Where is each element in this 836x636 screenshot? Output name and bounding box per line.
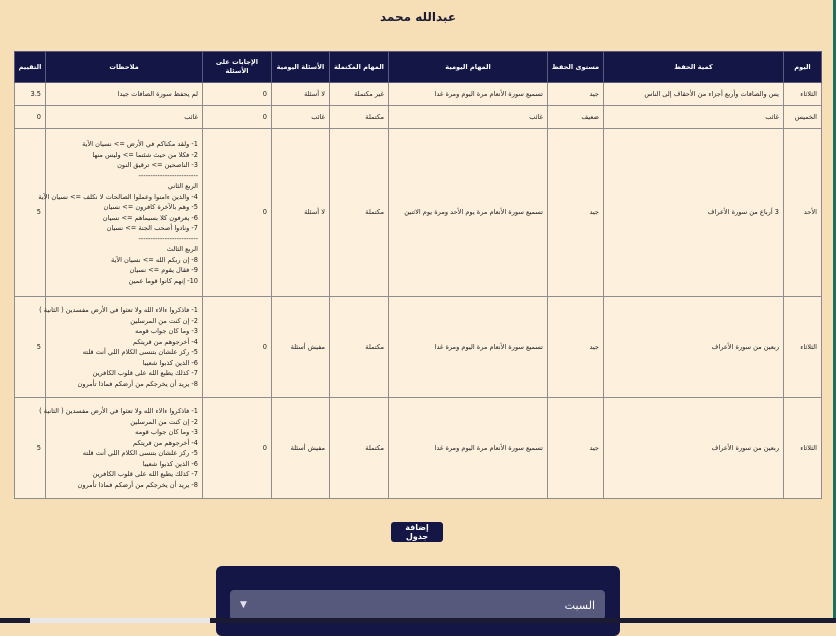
cell-amount: ربعين من سورة الأعراف: [603, 296, 784, 398]
note-line: 8- إن ربكم الله => نسيان الآية: [110, 255, 198, 264]
cell-answers: 0: [202, 82, 272, 106]
header-day: اليوم: [783, 51, 822, 83]
cell-questions: لا أسئلة: [271, 128, 330, 297]
note-line: 8- يريد أن يخرجكم من أرضكم فماذا تأمرون: [77, 480, 198, 489]
bottom-bar-segment: [30, 618, 210, 623]
cell-completed: مكتملة: [329, 397, 389, 499]
cell-notes: 1- ولقد مكناكم في الأرض => نسيان الآية 2…: [38, 128, 203, 297]
note-line: 1- فاذكروا ءالاء الله ولا تعثوا في الأرض…: [39, 407, 198, 415]
cell-level: جيد: [547, 128, 604, 297]
cell-day: الثلاثاء: [783, 82, 822, 106]
cell-tasks: غائب: [388, 105, 548, 129]
table-row: الأحد 3 أرباع من سورة الأعراف جيد تسميع …: [14, 128, 822, 297]
note-line: 1- فاذكروا ءالاء الله ولا تعثوا في الأرض…: [39, 306, 198, 314]
note-line: 5- ركز علشان بتنسى الكلام اللي أنت قلته: [82, 449, 198, 457]
day-panel: ▼ السبت: [216, 566, 620, 636]
header-answers: الإجابات على الأسئلة: [202, 51, 272, 83]
note-line: 3- الناصحين => ترقيق النون: [117, 161, 198, 169]
cell-tasks: تسميع سورة الأنعام مرة اليوم ومرة غدا: [388, 296, 548, 398]
cell-tasks: تسميع سورة الأنعام مرة اليوم ومرة غدا: [388, 82, 548, 106]
cell-questions: مفيش أسئلة: [271, 397, 330, 499]
cell-level: جيد: [547, 296, 604, 398]
note-line: 2- إن كنت من المرسلين: [130, 316, 198, 325]
header-level: مستوى الحفظ: [547, 51, 604, 83]
cell-questions: غائب: [271, 105, 330, 129]
note-line: 1- ولقد مكناكم في الأرض => نسيان الآية: [82, 140, 198, 148]
cell-questions: مفيش أسئلة: [271, 296, 330, 398]
note-line: 5- وهم بالآخرة كافرون => نسيان: [103, 203, 198, 211]
cell-notes: لم يحفظ سورة الصافات جيدا: [45, 82, 203, 106]
page-title: عبدالله محمد: [379, 10, 457, 24]
cell-day: الخميس: [783, 105, 822, 129]
cell-rating: 0: [14, 105, 46, 129]
schedule-table: اليوم كمية الحفظ مستوى الحفظ المهام اليو…: [14, 51, 822, 499]
cell-tasks: تسميع سورة الأنعام مرة اليوم ومرة غدا: [388, 397, 548, 499]
cell-completed: مكتملة: [329, 128, 389, 297]
cell-day: الأحد: [783, 128, 822, 297]
cell-level: جيد: [547, 397, 604, 499]
cell-tasks: تسميع سورة الأنعام مرة يوم الأحد ومرة يو…: [388, 128, 548, 297]
cell-answers: 0: [202, 128, 272, 297]
note-line: 9- فقال يقوم => نسيان: [129, 266, 198, 274]
note-line: 3- وما كان جواب قومه: [135, 327, 198, 335]
note-separator: -------------------------: [138, 234, 198, 243]
note-line: الربع الثاني: [167, 182, 198, 190]
cell-notes: 1- فاذكروا ءالاء الله ولا تعثوا في الأرض…: [39, 397, 203, 499]
note-line: 6- الذين كذبوا شعيبا: [142, 358, 198, 367]
cell-notes: غائب: [45, 105, 203, 129]
add-table-button[interactable]: إضافة جدول: [391, 522, 443, 542]
cell-answers: 0: [202, 296, 272, 398]
cell-day: الثلاثاء: [783, 296, 822, 398]
note-separator: -------------------------: [138, 171, 198, 180]
cell-amount: 3 أرباع من سورة الأعراف: [603, 128, 784, 297]
header-completed: المهام المكتملة: [329, 51, 389, 83]
note-line: 7- كذلك يطبع الله على قلوب الكافرين: [92, 470, 198, 478]
table-row: الخميس غائب ضعيف غائب مكتملة غائب 0 غائب…: [14, 105, 822, 129]
note-line: 4- أخرجوهم من قريتكم: [133, 438, 198, 447]
note-line: 2- إن كنت من المرسلين: [130, 417, 198, 426]
note-line: 7- كذلك يطبع الله على قلوب الكافرين: [92, 369, 198, 377]
header-tasks: المهام اليومية: [388, 51, 548, 83]
note-line: 6- يعرفون كلا بسيماهم => نسيان: [102, 213, 198, 222]
cell-amount: غائب: [603, 105, 784, 129]
note-line: 5- ركز علشان بتنسى الكلام اللي أنت قلته: [82, 348, 198, 356]
header-rating: التقييم: [14, 51, 46, 83]
table-row: الثلاثاء يس والصافات وأربع أجزاء من الأح…: [14, 82, 822, 106]
header-amount: كمية الحفظ: [603, 51, 784, 83]
chevron-down-icon: ▼: [240, 600, 247, 610]
cell-questions: لا أسئلة: [271, 82, 330, 106]
bottom-bar: [0, 618, 836, 623]
note-line: 2- فكلا من حيث شئتما => وليس منها: [92, 150, 198, 159]
cell-completed: غير مكتملة: [329, 82, 389, 106]
cell-rating: 5: [14, 128, 46, 297]
header-questions: الأسئلة اليومية: [271, 51, 330, 83]
note-line: غائب: [184, 112, 198, 121]
cell-level: ضعيف: [547, 105, 604, 129]
note-line: 10- إنهم كانوا قوما عمين: [128, 276, 198, 285]
table-header-row: اليوم كمية الحفظ مستوى الحفظ المهام اليو…: [14, 51, 822, 83]
note-line: الربع الثالث: [166, 245, 198, 253]
note-line: 8- يريد أن يخرجكم من أرضكم فماذا تأمرون: [77, 379, 198, 388]
header-notes: ملاحظات: [45, 51, 203, 83]
cell-answers: 0: [202, 105, 272, 129]
cell-notes: 1- فاذكروا ءالاء الله ولا تعثوا في الأرض…: [39, 296, 203, 398]
cell-completed: مكتملة: [329, 105, 389, 129]
cell-amount: يس والصافات وأربع أجزاء من الأحقاف إلى ا…: [603, 82, 784, 106]
cell-rating: 3.5: [14, 82, 46, 106]
cell-amount: ربعين من سورة الأعراف: [603, 397, 784, 499]
day-select-value: السبت: [564, 598, 595, 612]
note-line: 4- والذين ءامنوا وعملوا الصالحات لا نكلف…: [38, 192, 198, 201]
note-line: 6- الذين كذبوا شعيبا: [142, 459, 198, 468]
day-select[interactable]: ▼ السبت: [230, 590, 605, 620]
cell-completed: مكتملة: [329, 296, 389, 398]
note-line: لم يحفظ سورة الصافات جيدا: [117, 89, 198, 98]
table-row: الثلاثاء ربعين من سورة الأعراف جيد تسميع…: [14, 397, 822, 499]
cell-answers: 0: [202, 397, 272, 499]
cell-level: جيد: [547, 82, 604, 106]
table-row: الثلاثاء ربعين من سورة الأعراف جيد تسميع…: [14, 296, 822, 398]
note-line: 7- ونادوا أصحب الجنة => نسيان: [106, 224, 198, 232]
note-line: 3- وما كان جواب قومه: [135, 428, 198, 436]
note-line: 4- أخرجوهم من قريتكم: [133, 337, 198, 346]
cell-day: الثلاثاء: [783, 397, 822, 499]
